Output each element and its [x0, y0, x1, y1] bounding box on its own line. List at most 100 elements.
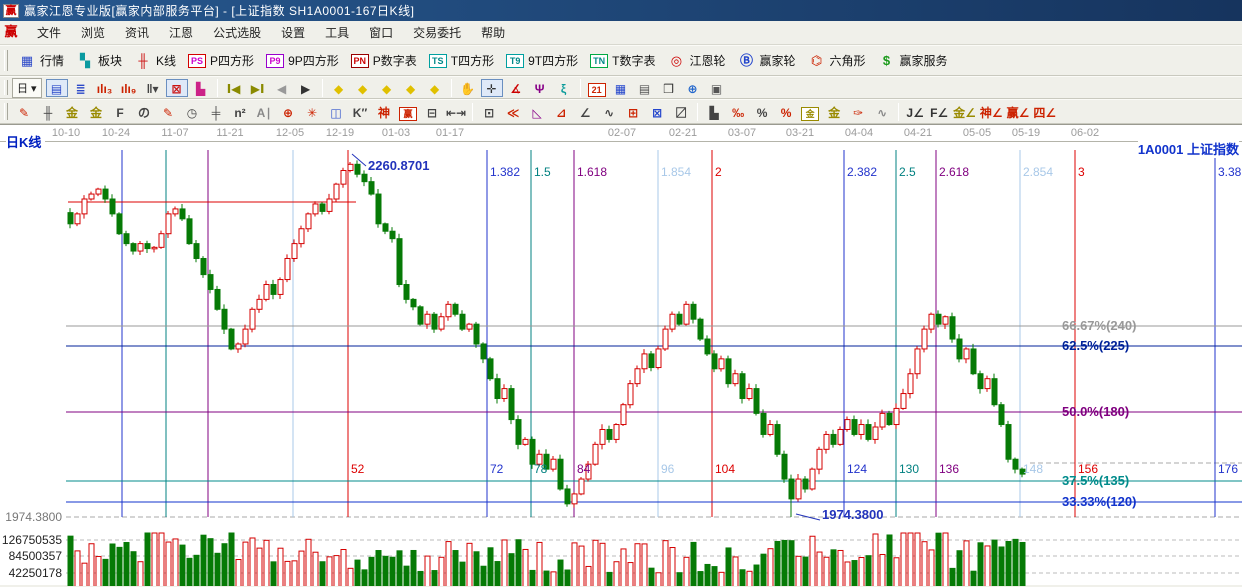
menu-item-工具[interactable]: 工具 [315, 21, 359, 44]
period-dropdown[interactable]: 日 ▾ [12, 78, 42, 98]
boxed-fan-icon[interactable]: ⊿ [550, 103, 572, 121]
gold-line-2-icon[interactable]: 金 [85, 103, 107, 121]
p-table-icon[interactable]: PNP数字表 [345, 49, 423, 72]
kline-icon[interactable]: ╫K线 [128, 49, 182, 72]
diamond-h-icon[interactable]: ◆ [376, 79, 398, 97]
distribution-icon[interactable]: ▙ [190, 79, 212, 97]
brain-icon[interactable]: ξ [553, 79, 575, 97]
skip-end-icon[interactable]: ▶Ⅰ [247, 79, 269, 97]
gold-angle-icon[interactable]: 金∠ [952, 103, 977, 121]
k-quote-icon[interactable]: K″ [349, 103, 371, 121]
shen-icon[interactable]: 神 [373, 103, 395, 121]
ying-box-icon[interactable]: 赢 [397, 103, 419, 121]
menu-item-资讯[interactable]: 资讯 [115, 21, 159, 44]
notepad-icon[interactable]: ▤ [634, 79, 656, 97]
blue-grid-icon[interactable]: ⊠ [646, 103, 668, 121]
candle-style-icon[interactable]: ǁ▾ [142, 79, 164, 97]
quotes-grid-icon[interactable]: ▦行情 [12, 49, 70, 72]
pattern-box-icon[interactable]: ⊠ [166, 79, 188, 97]
p-square-icon[interactable]: PSP四方形 [182, 49, 260, 72]
t-square-icon[interactable]: TST四方形 [423, 49, 500, 72]
t-table-icon[interactable]: TNT数字表 [584, 49, 661, 72]
brush-icon[interactable]: ✎ [13, 103, 35, 121]
a-wave-icon[interactable]: ∿ [871, 103, 893, 121]
diamond-x-icon[interactable]: ◆ [400, 79, 422, 97]
calculator-icon[interactable]: ▦ [610, 79, 632, 97]
step-forward-icon[interactable]: ▶ [295, 79, 317, 97]
hexagon-icon[interactable]: ⌬六角形 [802, 49, 872, 72]
percent-line-icon[interactable]: % [775, 103, 797, 121]
chart-area[interactable]: 10-1010-2411-0711-2112-0512-1901-0301-17… [0, 124, 1242, 585]
percent-icon[interactable]: % [751, 103, 773, 121]
toolbar-grip[interactable] [4, 103, 8, 119]
f-steps-icon[interactable]: F [109, 103, 131, 121]
toolbar-grip[interactable] [4, 50, 8, 70]
svg-text:52: 52 [351, 462, 365, 476]
menu-item-公式选股[interactable]: 公式选股 [203, 21, 271, 44]
memo-icon[interactable]: ≣ [70, 79, 92, 97]
step-back-icon[interactable]: ◀ [271, 79, 293, 97]
j-angle-icon[interactable]: J∠ [904, 103, 926, 121]
wave-v-icon[interactable]: ∿ [598, 103, 620, 121]
fence-icon[interactable]: ╫ [37, 103, 59, 121]
width-icon[interactable]: ⇤⇥ [445, 103, 467, 121]
gold-line-1-icon[interactable]: 金 [61, 103, 83, 121]
menu-item-文件[interactable]: 文件 [27, 21, 71, 44]
sector-blocks-icon[interactable]: ▚板块 [70, 49, 128, 72]
star-grid-icon[interactable]: ✳ [301, 103, 323, 121]
menu-item-窗口[interactable]: 窗口 [359, 21, 403, 44]
red-fan-icon[interactable]: ≪ [502, 103, 524, 121]
spiral-icon[interactable]: の [133, 103, 155, 121]
menu-item-浏览[interactable]: 浏览 [71, 21, 115, 44]
a-line-icon[interactable]: A∣ [253, 103, 275, 121]
brush-ruler-icon[interactable]: ✎ [157, 103, 179, 121]
box-grid-icon[interactable]: ◫ [325, 103, 347, 121]
skip-start-icon[interactable]: Ⅰ◀ [223, 79, 245, 97]
menu-item-江恩[interactable]: 江恩 [159, 21, 203, 44]
gann-wheel-icon[interactable]: ◎江恩轮 [661, 49, 731, 72]
diamond-right-icon[interactable]: ◆ [352, 79, 374, 97]
gold-circle-icon[interactable]: 金 [799, 103, 821, 121]
chart-board-icon[interactable]: ▤ [46, 79, 68, 97]
menu-item-设置[interactable]: 设置 [271, 21, 315, 44]
ying-angle-icon[interactable]: 赢∠ [1006, 103, 1031, 121]
calendar-icon[interactable]: 21 [586, 79, 608, 97]
parallel-icon[interactable]: 〼 [670, 103, 692, 121]
wave-9-icon[interactable]: ılı₉ [118, 79, 140, 97]
menu-item-交易委托[interactable]: 交易委托 [403, 21, 471, 44]
winner-wheel-icon[interactable]: Ⓑ赢家轮 [731, 49, 801, 72]
wave-3-icon[interactable]: ılı₃ [94, 79, 116, 97]
brush-2-icon[interactable]: ✑ [847, 103, 869, 121]
percent-bars-icon[interactable]: ▙ [703, 103, 725, 121]
9p-square-icon[interactable]: P99P四方形 [260, 49, 345, 72]
toolbar-grip[interactable] [4, 80, 8, 95]
9t-square-icon[interactable]: T99T四方形 [500, 49, 584, 72]
box-handles-icon[interactable]: ⊡ [478, 103, 500, 121]
fence-2-icon[interactable]: ╪ [205, 103, 227, 121]
crosshair-icon[interactable]: ✛ [481, 79, 503, 97]
shen-angle-icon[interactable]: 神∠ [979, 103, 1004, 121]
computer-icon[interactable]: ▣ [706, 79, 728, 97]
diamond-star-icon[interactable]: ◆ [424, 79, 446, 97]
gold-bar-icon[interactable]: 金 [823, 103, 845, 121]
svg-text:104: 104 [715, 462, 735, 476]
four-angle-icon[interactable]: 四∠ [1032, 103, 1057, 121]
save-icon[interactable]: ❒ [658, 79, 680, 97]
ruler-123-icon[interactable]: ⊟ [421, 103, 443, 121]
menu-item-帮助[interactable]: 帮助 [471, 21, 515, 44]
protractor-icon[interactable]: ∡ [505, 79, 527, 97]
n-square-icon[interactable]: n² [229, 103, 251, 121]
circle-cross-icon[interactable]: ⊕ [277, 103, 299, 121]
f-angle-icon[interactable]: F∠ [928, 103, 950, 121]
purple-fan-icon[interactable]: ◺ [526, 103, 548, 121]
kline-chart-canvas[interactable]: 521.382721.5781.618841.8549621042.382124… [0, 142, 1242, 586]
angle-lines-icon[interactable]: ∠ [574, 103, 596, 121]
web-icon[interactable]: ⊕ [682, 79, 704, 97]
clock-cycle-icon[interactable]: ◷ [181, 103, 203, 121]
diamond-left-icon[interactable]: ◆ [328, 79, 350, 97]
t-percent-icon[interactable]: ‰ [727, 103, 749, 121]
gann-head-icon[interactable]: Ψ [529, 79, 551, 97]
red-grid-icon[interactable]: ⊞ [622, 103, 644, 121]
hand-icon[interactable]: ✋ [457, 79, 479, 97]
service-icon[interactable]: $赢家服务 [872, 49, 954, 72]
